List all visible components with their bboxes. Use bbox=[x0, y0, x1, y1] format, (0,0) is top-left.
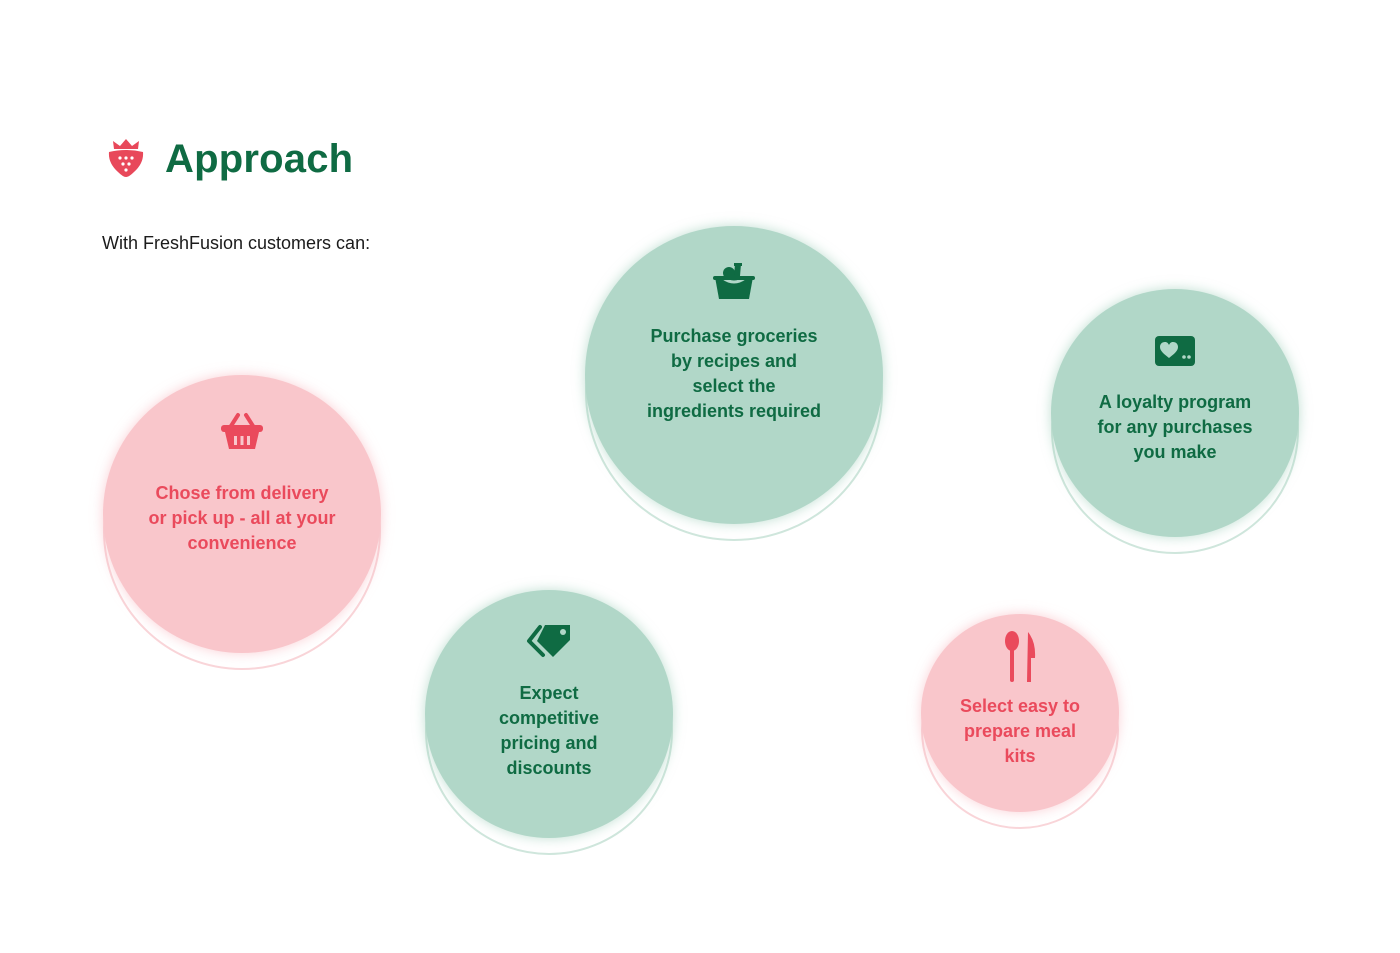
page-title: Approach bbox=[165, 137, 354, 181]
spoon-knife-icon bbox=[1005, 631, 1036, 682]
feature-mealkits-bubble: Select easy to prepare meal kits bbox=[921, 614, 1119, 829]
feature-delivery-bubble: Chose from delivery or pick up - all at … bbox=[103, 375, 381, 670]
feature-label: Expect competitive pricing and discounts bbox=[498, 683, 600, 778]
feature-label: Select easy to prepare meal kits bbox=[959, 696, 1081, 766]
grocery-bag-icon bbox=[713, 263, 755, 299]
strawberry-icon bbox=[108, 139, 144, 177]
feature-loyalty-bubble: A loyalty program for any purchases you … bbox=[1051, 289, 1299, 554]
approach-page: { "header": { "title": "Approach", "logo… bbox=[0, 0, 1400, 953]
shopping-basket-icon bbox=[221, 413, 263, 449]
feature-label: A loyalty program for any purchases you … bbox=[1097, 392, 1253, 462]
feature-label: Chose from delivery or pick up - all at … bbox=[148, 483, 336, 553]
intro-text: With FreshFusion customers can: bbox=[102, 233, 371, 253]
loyalty-card-icon bbox=[1155, 336, 1195, 366]
feature-label: Purchase groceries by recipes and select… bbox=[646, 326, 822, 421]
price-tags-icon bbox=[527, 625, 570, 657]
feature-pricing-bubble: Expect competitive pricing and discounts bbox=[425, 590, 673, 855]
feature-recipes-bubble: Purchase groceries by recipes and select… bbox=[585, 226, 883, 541]
